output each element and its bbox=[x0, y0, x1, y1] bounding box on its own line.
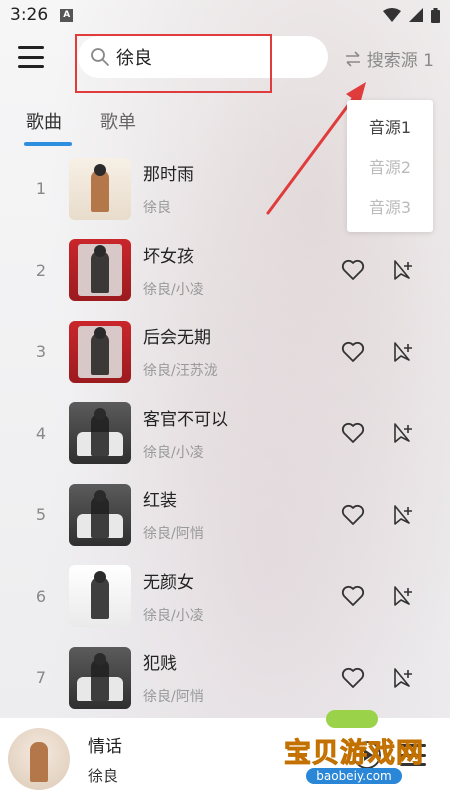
album-cover bbox=[69, 402, 131, 465]
watermark-logo: 宝贝游戏网 baobeiy.com bbox=[268, 710, 440, 798]
add-to-playlist-icon[interactable] bbox=[390, 257, 416, 283]
player-title: 情话 bbox=[88, 737, 122, 757]
heart-icon[interactable] bbox=[340, 339, 366, 365]
list-item[interactable]: 7 犯贱 徐良/阿悄 bbox=[0, 637, 450, 719]
player-artist: 徐良 bbox=[88, 767, 119, 785]
heart-icon[interactable] bbox=[340, 257, 366, 283]
swap-icon bbox=[345, 50, 360, 67]
song-title: 红装 bbox=[143, 491, 177, 512]
add-to-playlist-icon[interactable] bbox=[390, 583, 416, 609]
song-artist: 徐良/小凌 bbox=[143, 444, 204, 461]
source-option-1[interactable]: 音源1 bbox=[369, 114, 411, 138]
heart-icon[interactable] bbox=[340, 665, 366, 691]
add-to-playlist-icon[interactable] bbox=[390, 665, 416, 691]
list-item[interactable]: 5 红装 徐良/阿悄 bbox=[0, 474, 450, 556]
tab-songs[interactable]: 歌曲 bbox=[24, 108, 72, 146]
menu-icon[interactable] bbox=[18, 46, 44, 68]
source-dropdown: 音源1 音源2 音源3 bbox=[347, 100, 433, 232]
list-item[interactable]: 4 客官不可以 徐良/小凌 bbox=[0, 393, 450, 475]
song-title: 坏女孩 bbox=[143, 246, 194, 267]
song-artist: 徐良 bbox=[143, 200, 171, 217]
song-title: 犯贱 bbox=[143, 654, 177, 675]
search-highlight-box bbox=[75, 34, 272, 93]
song-title: 无颜女 bbox=[143, 572, 194, 593]
heart-icon[interactable] bbox=[340, 502, 366, 528]
tab-bar: 歌曲 歌单 bbox=[24, 108, 136, 146]
list-item[interactable]: 6 无颜女 徐良/小凌 bbox=[0, 556, 450, 638]
heart-icon[interactable] bbox=[340, 583, 366, 609]
song-artist: 徐良/阿悄 bbox=[143, 526, 204, 543]
list-item[interactable]: 2 坏女孩 徐良/小凌 bbox=[0, 230, 450, 312]
notification-icon: A bbox=[60, 8, 74, 22]
watermark-title: 宝贝游戏网 bbox=[284, 737, 424, 769]
add-to-playlist-icon[interactable] bbox=[390, 502, 416, 528]
wifi-icon bbox=[383, 8, 401, 22]
status-bar: 3:26 A bbox=[0, 0, 450, 30]
song-artist: 徐良/小凌 bbox=[143, 281, 204, 298]
gamepad-icon bbox=[326, 710, 378, 728]
album-cover bbox=[69, 157, 131, 220]
song-artist: 徐良/汪苏泷 bbox=[143, 363, 218, 380]
album-cover bbox=[69, 483, 131, 546]
album-cover bbox=[69, 239, 131, 302]
player-cover[interactable] bbox=[8, 728, 70, 790]
source-switch-button[interactable]: 搜索源 1 bbox=[344, 46, 434, 71]
album-cover bbox=[69, 320, 131, 383]
heart-icon[interactable] bbox=[340, 420, 366, 446]
tab-playlists[interactable]: 歌单 bbox=[100, 108, 136, 134]
add-to-playlist-icon[interactable] bbox=[390, 420, 416, 446]
album-cover bbox=[69, 565, 131, 628]
battery-icon bbox=[431, 7, 440, 23]
source-option-3[interactable]: 音源3 bbox=[369, 194, 411, 218]
signal-icon bbox=[409, 8, 423, 22]
watermark-url: baobeiy.com bbox=[306, 767, 402, 784]
song-title: 那时雨 bbox=[143, 165, 194, 186]
status-icons bbox=[383, 7, 440, 23]
album-cover bbox=[69, 646, 131, 709]
add-to-playlist-icon[interactable] bbox=[390, 339, 416, 365]
song-title: 后会无期 bbox=[143, 328, 211, 349]
song-title: 客官不可以 bbox=[143, 409, 228, 430]
song-artist: 徐良/阿悄 bbox=[143, 689, 204, 706]
status-time: 3:26 bbox=[10, 5, 49, 25]
source-option-2[interactable]: 音源2 bbox=[369, 154, 411, 178]
list-item[interactable]: 3 后会无期 徐良/汪苏泷 bbox=[0, 311, 450, 393]
song-artist: 徐良/小凌 bbox=[143, 607, 204, 624]
source-switch-label: 搜索源 1 bbox=[366, 51, 434, 71]
song-list: 1 那时雨 徐良 2 坏女孩 徐良/小凌 3 后会无期 徐良/汪苏泷 4 客官不… bbox=[0, 148, 450, 719]
